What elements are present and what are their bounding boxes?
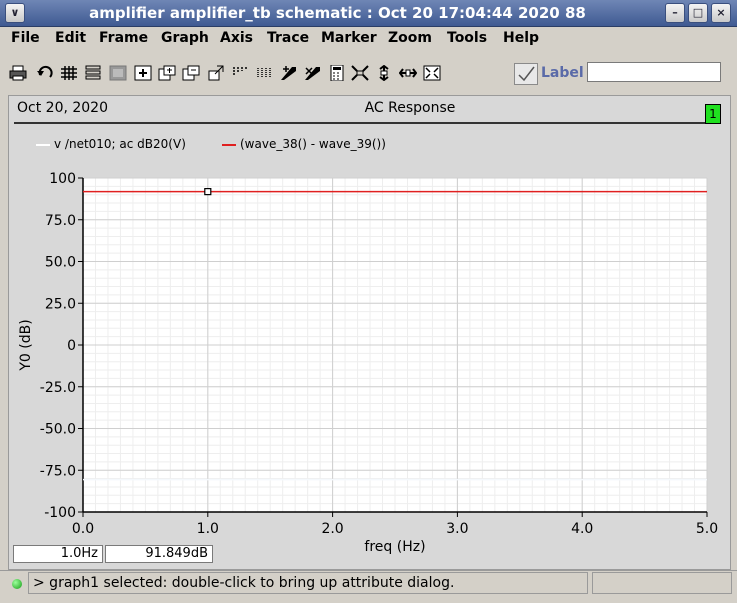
x-tick-label: 4.0 <box>571 521 593 537</box>
x-axis-label: freq (Hz) <box>364 539 425 555</box>
plot-area[interactable]: 0.0 1.0 2.0 3.0 4.0 5.0 100 75.0 50.0 25.0 0 -25.0 -… <box>0 0 737 570</box>
y-tick-label: -75.0 <box>40 463 76 479</box>
x-readout: 1.0Hz <box>13 545 103 563</box>
y-tick-label: -25.0 <box>40 380 76 396</box>
y-tick-label: 50.0 <box>45 255 76 271</box>
y-axis-label: Y0 (dB) <box>18 319 34 371</box>
x-tick-label: 0.0 <box>72 521 94 537</box>
y-readout: 91.849dB <box>105 545 213 563</box>
status-message: > graph1 selected: double-click to bring… <box>33 575 455 591</box>
y-tick-label: -50.0 <box>40 422 76 438</box>
y-tick-label: -100 <box>44 505 76 521</box>
y-tick-label: 100 <box>49 171 76 187</box>
y-tick-label: 0 <box>67 338 76 354</box>
status-led-icon <box>12 579 22 589</box>
y-tick-label: 25.0 <box>45 296 76 312</box>
x-tick-label: 5.0 <box>696 521 718 537</box>
x-tick-label: 1.0 <box>197 521 219 537</box>
x-tick-label: 3.0 <box>446 521 468 537</box>
trace-marker <box>204 188 212 196</box>
y-tick-label: 75.0 <box>45 213 76 229</box>
x-tick-label: 2.0 <box>321 521 343 537</box>
status-secondary-box <box>592 572 732 594</box>
